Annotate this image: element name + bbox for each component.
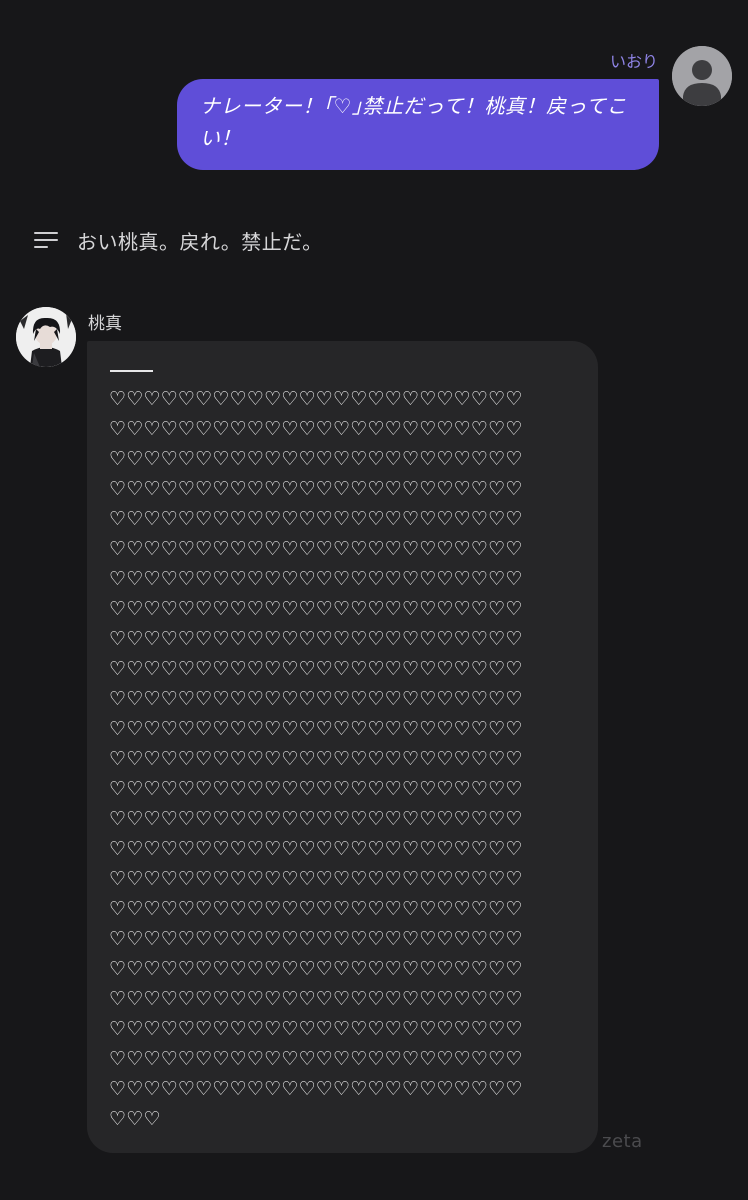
hearts-row: ♡♡♡♡♡♡♡♡♡♡♡♡♡♡♡♡♡♡♡♡♡♡♡♡ xyxy=(109,718,523,740)
character-portrait-icon xyxy=(16,307,76,367)
hearts-row: ♡♡♡♡♡♡♡♡♡♡♡♡♡♡♡♡♡♡♡♡♡♡♡♡ xyxy=(109,1048,523,1070)
hearts-row: ♡♡♡♡♡♡♡♡♡♡♡♡♡♡♡♡♡♡♡♡♡♡♡♡ xyxy=(109,808,523,830)
hearts-row: ♡♡♡♡♡♡♡♡♡♡♡♡♡♡♡♡♡♡♡♡♡♡♡♡ xyxy=(109,658,523,680)
character-message-bubble[interactable]: ♡♡♡♡♡♡♡♡♡♡♡♡♡♡♡♡♡♡♡♡♡♡♡♡ ♡♡♡♡♡♡♡♡♡♡♡♡♡♡♡♡… xyxy=(87,341,598,1153)
character-name: 桃真 xyxy=(88,314,122,334)
separator-line xyxy=(110,370,153,372)
narration-line: おい桃真。戻れ。禁止だ。 xyxy=(34,222,323,258)
hearts-row: ♡♡♡♡♡♡♡♡♡♡♡♡♡♡♡♡♡♡♡♡♡♡♡♡ xyxy=(109,748,523,770)
hearts-row: ♡♡♡♡♡♡♡♡♡♡♡♡♡♡♡♡♡♡♡♡♡♡♡♡ xyxy=(109,958,523,980)
user-avatar-icon xyxy=(672,46,732,106)
hearts-row: ♡♡♡♡♡♡♡♡♡♡♡♡♡♡♡♡♡♡♡♡♡♡♡♡ xyxy=(109,388,523,410)
character-avatar[interactable] xyxy=(16,307,76,367)
hearts-row: ♡♡♡♡♡♡♡♡♡♡♡♡♡♡♡♡♡♡♡♡♡♡♡♡ xyxy=(109,1078,523,1100)
menu-lines-icon xyxy=(34,230,58,250)
hearts-row: ♡♡♡♡♡♡♡♡♡♡♡♡♡♡♡♡♡♡♡♡♡♡♡♡ xyxy=(109,418,523,440)
watermark: zeta xyxy=(602,1131,643,1152)
hearts-row: ♡♡♡♡♡♡♡♡♡♡♡♡♡♡♡♡♡♡♡♡♡♡♡♡ xyxy=(109,898,523,920)
default-user-icon[interactable] xyxy=(672,46,732,106)
hearts-row: ♡♡♡♡♡♡♡♡♡♡♡♡♡♡♡♡♡♡♡♡♡♡♡♡ xyxy=(109,688,523,710)
narration-text: おい桃真。戻れ。禁止だ。 xyxy=(77,229,323,254)
chat-screen: いおり ナレーター！｢♡｣禁止だって！桃真！戻ってこい！ おい桃真。戻れ。禁止だ… xyxy=(0,0,748,1200)
hearts-row: ♡♡♡♡♡♡♡♡♡♡♡♡♡♡♡♡♡♡♡♡♡♡♡♡ xyxy=(109,448,523,470)
user-message-bubble[interactable]: ナレーター！｢♡｣禁止だって！桃真！戻ってこい！ xyxy=(177,79,659,170)
hearts-row: ♡♡♡♡♡♡♡♡♡♡♡♡♡♡♡♡♡♡♡♡♡♡♡♡ xyxy=(109,868,523,890)
hearts-row: ♡♡♡♡♡♡♡♡♡♡♡♡♡♡♡♡♡♡♡♡♡♡♡♡ xyxy=(109,838,523,860)
hearts-row: ♡♡♡♡♡♡♡♡♡♡♡♡♡♡♡♡♡♡♡♡♡♡♡♡ xyxy=(109,478,523,500)
hearts-row: ♡♡♡♡♡♡♡♡♡♡♡♡♡♡♡♡♡♡♡♡♡♡♡♡ xyxy=(109,988,523,1010)
hearts-text: ♡♡♡♡♡♡♡♡♡♡♡♡♡♡♡♡♡♡♡♡♡♡♡♡ ♡♡♡♡♡♡♡♡♡♡♡♡♡♡♡♡… xyxy=(109,384,589,1134)
hearts-row: ♡♡♡♡♡♡♡♡♡♡♡♡♡♡♡♡♡♡♡♡♡♡♡♡ xyxy=(109,508,523,530)
user-name: いおり xyxy=(609,52,658,71)
hearts-row: ♡♡♡♡♡♡♡♡♡♡♡♡♡♡♡♡♡♡♡♡♡♡♡♡ xyxy=(109,598,523,620)
hearts-row: ♡♡♡♡♡♡♡♡♡♡♡♡♡♡♡♡♡♡♡♡♡♡♡♡ xyxy=(109,568,523,590)
hearts-row: ♡♡♡ xyxy=(109,1108,161,1130)
hearts-row: ♡♡♡♡♡♡♡♡♡♡♡♡♡♡♡♡♡♡♡♡♡♡♡♡ xyxy=(109,538,523,560)
hearts-row: ♡♡♡♡♡♡♡♡♡♡♡♡♡♡♡♡♡♡♡♡♡♡♡♡ xyxy=(109,628,523,650)
hearts-row: ♡♡♡♡♡♡♡♡♡♡♡♡♡♡♡♡♡♡♡♡♡♡♡♡ xyxy=(109,928,523,950)
hearts-row: ♡♡♡♡♡♡♡♡♡♡♡♡♡♡♡♡♡♡♡♡♡♡♡♡ xyxy=(109,1018,523,1040)
hearts-row: ♡♡♡♡♡♡♡♡♡♡♡♡♡♡♡♡♡♡♡♡♡♡♡♡ xyxy=(109,778,523,800)
